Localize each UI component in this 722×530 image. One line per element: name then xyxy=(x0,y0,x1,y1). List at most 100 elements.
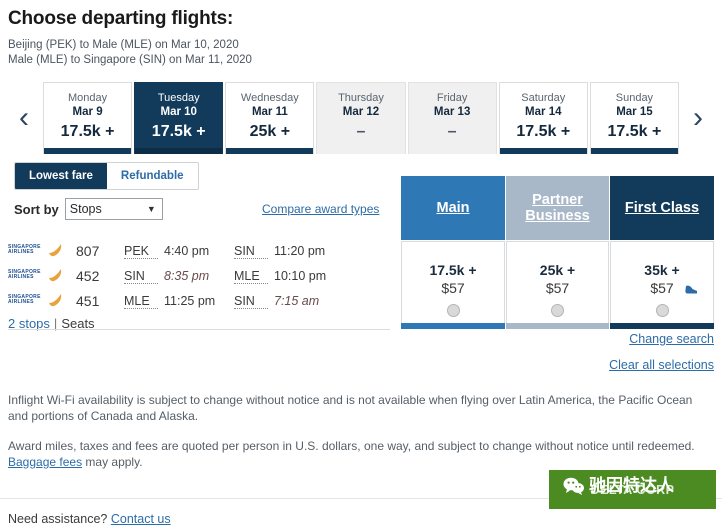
flight-number: 807 xyxy=(76,243,100,259)
sort-label: Sort by xyxy=(14,201,59,217)
date-card-mar-10[interactable]: Tuesday Mar 10 17.5k + xyxy=(134,82,224,154)
arrival-time: 11:20 pm xyxy=(274,244,326,258)
singapore-airlines-logo: SINGAPORE AIRLINES xyxy=(8,293,70,309)
chevron-left-icon[interactable]: ‹ xyxy=(6,82,42,154)
date-card-mar-14[interactable]: Saturday Mar 14 17.5k + xyxy=(498,82,588,154)
date-card-mar-12[interactable]: Thursday Mar 12 – xyxy=(316,82,406,154)
date-card-dow: Wednesday xyxy=(240,91,299,104)
flight-segment: SIN 8:35 pm MLE 10:10 pm xyxy=(124,269,344,284)
date-card-price: 17.5k + xyxy=(607,122,662,140)
cabin-header-partner-business[interactable]: Partner Business xyxy=(506,176,609,240)
baggage-suffix: may apply. xyxy=(82,455,143,469)
sort-select-value: Stops xyxy=(69,202,102,216)
chevron-right-icon[interactable]: › xyxy=(680,82,716,154)
toggle-lowest-fare[interactable]: Lowest fare xyxy=(15,163,107,189)
destination-airport: SIN xyxy=(234,294,268,309)
date-card-date: Mar 13 xyxy=(433,105,471,118)
date-card-date: Mar 11 xyxy=(251,105,288,118)
origin-airport: MLE xyxy=(124,294,158,309)
date-card-mar-9[interactable]: Monday Mar 9 17.5k + xyxy=(43,82,133,154)
arrival-time: 10:10 pm xyxy=(274,269,327,283)
cabin-header-main[interactable]: Main xyxy=(401,176,505,240)
route-line-return: Male (MLE) to Singapore (SIN) on Mar 11,… xyxy=(8,54,252,66)
cabin-label: First Class xyxy=(624,200,700,216)
toggle-refundable[interactable]: Refundable xyxy=(106,163,198,189)
baggage-fees-link[interactable]: Baggage fees xyxy=(8,455,82,469)
origin-airport: SIN xyxy=(124,269,158,284)
departure-time: 11:25 pm xyxy=(164,294,216,308)
clear-all-selections-link[interactable]: Clear all selections xyxy=(609,358,714,372)
fare-accent-bar xyxy=(401,323,505,329)
fare-cell-partner-business[interactable]: 25k + $57 xyxy=(506,241,609,329)
departure-time: 8:35 pm xyxy=(164,269,210,283)
departure-time: 4:40 pm xyxy=(164,244,210,258)
date-card-dow: Tuesday xyxy=(157,91,200,104)
contact-us-link[interactable]: Contact us xyxy=(111,512,171,526)
fare-cell-first-class[interactable]: 35k + $57 xyxy=(610,241,714,329)
date-card-date: Mar 9 xyxy=(72,105,103,118)
page-header: Choose departing flights: Beijing (PEK) … xyxy=(0,0,722,68)
flight-leg: SINGAPORE AIRLINES 451 MLE 11:25 pm SIN 7… xyxy=(8,291,398,311)
destination-airport: SIN xyxy=(234,244,268,259)
flight-number: 452 xyxy=(76,268,100,284)
date-cards: Monday Mar 9 17.5k + Tuesday Mar 10 17.5… xyxy=(42,82,680,154)
date-card-dow: Thursday xyxy=(338,91,384,104)
footer: Need assistance? Contact us xyxy=(8,512,171,526)
date-card-dow: Saturday xyxy=(521,91,566,104)
wechat-watermark: 驰因特达人 xyxy=(563,477,674,495)
flight-leg: SINGAPORE AIRLINES 452 SIN 8:35 pm MLE 10… xyxy=(8,266,398,286)
wifi-disclaimer: Inflight Wi-Fi availability is subject t… xyxy=(8,393,693,423)
singapore-airlines-bird-icon xyxy=(49,268,62,281)
page-title: Choose departing flights: xyxy=(8,8,234,29)
flight-segment: PEK 4:40 pm SIN 11:20 pm xyxy=(124,244,344,259)
lie-flat-seat-icon xyxy=(685,285,697,294)
fare-cash: $57 xyxy=(441,280,465,296)
fare-radio-button[interactable] xyxy=(551,304,564,317)
watermark-text: 驰因特达人 xyxy=(589,476,674,496)
award-disclaimer-text: Award miles, taxes and fees are quoted p… xyxy=(8,439,695,453)
singapore-airlines-logo: SINGAPORE AIRLINES xyxy=(8,243,70,259)
arrival-time: 7:15 am xyxy=(274,294,320,308)
change-search-link[interactable]: Change search xyxy=(609,332,714,346)
singapore-airlines-logo: SINGAPORE AIRLINES xyxy=(8,268,70,284)
date-card-price: – xyxy=(447,122,457,140)
date-card-mar-15[interactable]: Sunday Mar 15 17.5k + xyxy=(589,82,679,154)
flight-segment: MLE 11:25 pm SIN 7:15 am xyxy=(124,294,344,309)
date-card-date: Mar 15 xyxy=(616,105,653,118)
date-card-mar-11[interactable]: Wednesday Mar 11 25k + xyxy=(225,82,315,154)
fare-radio-button[interactable] xyxy=(446,304,460,317)
sort-select[interactable]: Stops ▼ xyxy=(64,198,163,220)
date-selector-strip: ‹ Monday Mar 9 17.5k + Tuesday Mar 10 17… xyxy=(0,82,722,154)
assistance-label: Need assistance? xyxy=(8,512,108,526)
date-card-date: Mar 12 xyxy=(342,105,380,118)
date-card-mar-13[interactable]: Friday Mar 13 – xyxy=(407,82,497,154)
origin-airport: PEK xyxy=(124,244,158,259)
cabin-header-row: Main Partner Business First Class xyxy=(401,176,715,240)
compare-award-types-link[interactable]: Compare award types xyxy=(262,202,379,216)
date-card-price: 17.5k + xyxy=(151,122,206,140)
singapore-airlines-bird-icon xyxy=(49,243,62,256)
date-card-price: – xyxy=(356,122,366,140)
flight-legs: SINGAPORE AIRLINES 807 PEK 4:40 pm SIN 11… xyxy=(8,241,398,331)
singapore-airlines-bird-icon xyxy=(49,293,62,306)
date-card-price: 25k + xyxy=(249,122,291,140)
route-line-outbound: Beijing (PEK) to Male (MLE) on Mar 10, 2… xyxy=(8,39,239,51)
cabin-label: Partner Business xyxy=(525,192,590,224)
destination-airport: MLE xyxy=(234,269,268,284)
fare-radio-button[interactable] xyxy=(655,304,669,317)
cabin-label: Main xyxy=(436,200,470,216)
date-card-price: 17.5k + xyxy=(516,122,571,140)
fare-cash: $57 xyxy=(545,280,570,296)
date-card-dow: Friday xyxy=(436,91,468,104)
fare-miles: 25k + xyxy=(539,262,576,278)
date-card-price: 17.5k + xyxy=(60,122,115,140)
cabin-header-first-class[interactable]: First Class xyxy=(610,176,714,240)
fare-cells: 17.5k + $57 25k + $57 35k + $57 xyxy=(401,241,715,329)
fare-cell-main[interactable]: 17.5k + $57 xyxy=(401,241,505,329)
date-card-date: Mar 10 xyxy=(160,105,197,118)
award-disclaimer: Award miles, taxes and fees are quoted p… xyxy=(8,438,698,470)
fare-accent-bar xyxy=(506,323,609,329)
fare-type-toggle: Lowest fare Refundable xyxy=(14,162,199,190)
fare-miles: 35k + xyxy=(644,262,680,278)
fare-miles: 17.5k + xyxy=(429,262,477,278)
